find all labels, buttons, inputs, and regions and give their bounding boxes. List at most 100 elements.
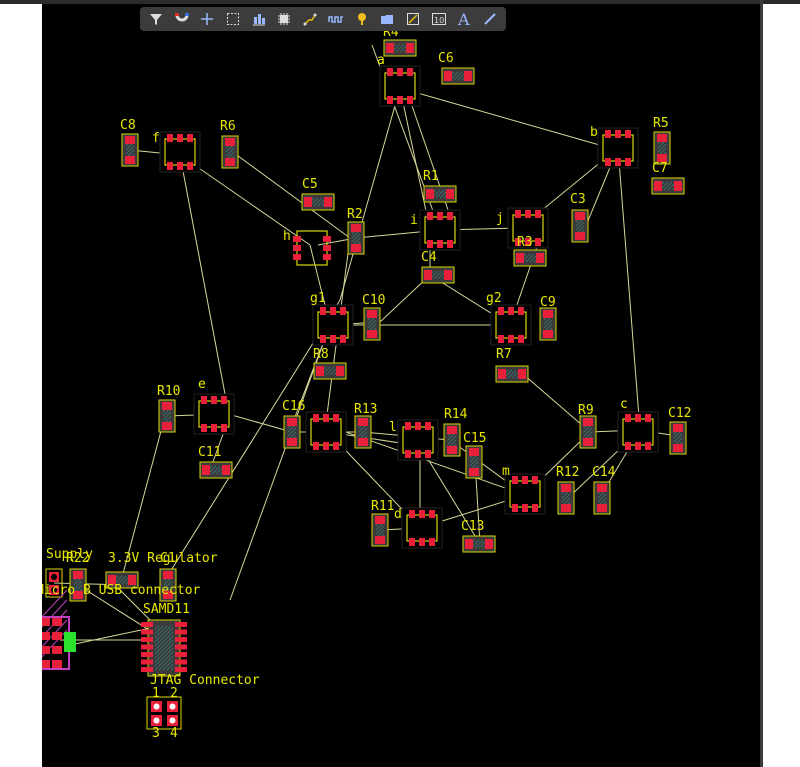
pad[interactable] [447,446,457,454]
pad[interactable] [657,134,667,142]
pad[interactable] [522,504,528,512]
component-C12[interactable] [669,421,687,455]
component-C7[interactable] [651,177,685,195]
component-R13[interactable] [354,415,372,449]
component-a[interactable] [379,65,421,107]
pad[interactable] [287,418,297,426]
component-g1[interactable] [312,304,354,346]
pad[interactable] [167,134,173,142]
pad[interactable] [358,418,368,426]
pad[interactable] [645,414,651,422]
pad[interactable] [407,68,413,76]
pad[interactable] [536,253,544,263]
pad[interactable] [177,134,183,142]
pad[interactable] [469,448,479,456]
component-R9[interactable] [579,415,597,449]
component-f[interactable] [159,131,201,173]
pad[interactable] [635,414,641,422]
component-m[interactable] [504,473,546,515]
pad[interactable] [397,96,403,104]
pad[interactable] [583,418,593,426]
pad[interactable] [211,424,217,432]
right-scrollbar-edge[interactable] [760,0,763,767]
pad[interactable] [561,504,571,512]
pad[interactable] [498,307,504,315]
filter-icon[interactable] [144,9,168,29]
pad[interactable] [645,442,651,450]
component-R5[interactable] [653,131,671,165]
pad[interactable] [187,134,193,142]
component-C13[interactable] [462,535,496,553]
component-l[interactable] [397,419,439,461]
pad[interactable] [367,330,377,338]
pad[interactable] [575,232,585,240]
pad[interactable] [293,245,301,251]
pad[interactable] [405,450,411,458]
pad[interactable] [516,253,524,263]
component-R4[interactable] [383,39,417,57]
pad[interactable] [543,310,553,318]
pad[interactable] [323,414,329,422]
pad[interactable] [654,181,662,191]
pad[interactable] [397,68,403,76]
component-C6[interactable] [441,67,475,85]
pad[interactable] [407,96,413,104]
pad[interactable] [429,510,435,518]
pad[interactable] [202,465,210,475]
pad[interactable] [464,71,472,81]
component-e[interactable] [193,393,235,435]
pad[interactable] [518,307,524,315]
pad[interactable] [522,476,528,484]
pad[interactable] [625,130,631,138]
pad[interactable] [465,539,473,549]
component-R14[interactable] [443,423,461,457]
pad[interactable] [615,158,621,166]
pad[interactable] [447,212,453,220]
pad[interactable] [330,307,336,315]
component-C3[interactable] [571,209,589,243]
pad[interactable] [498,369,506,379]
component-samd11[interactable] [141,619,187,677]
component-i[interactable] [419,209,461,251]
pad[interactable] [673,444,683,452]
pad[interactable] [73,571,83,579]
pad[interactable] [323,245,331,251]
pad[interactable] [293,254,301,260]
pad[interactable] [406,43,414,53]
pcb-board[interactable]: R4 a C6 C8 f R6 b R5 C7 C5 R1 R2 i j C3 … [42,4,760,767]
component-C10[interactable] [363,307,381,341]
pad[interactable] [375,516,385,524]
pad[interactable] [427,240,433,248]
component-R6[interactable] [221,135,239,169]
image-icon[interactable] [401,9,425,29]
pad[interactable] [512,476,518,484]
pad[interactable] [313,414,319,422]
component-R12[interactable] [557,481,575,515]
pad[interactable] [415,450,421,458]
pad[interactable] [375,536,385,544]
pad[interactable] [419,510,425,518]
folder-icon[interactable] [375,9,399,29]
pad[interactable] [201,424,207,432]
pad[interactable] [340,307,346,315]
pad[interactable] [221,424,227,432]
pad[interactable] [415,422,421,430]
route-icon[interactable] [298,9,322,29]
pad[interactable] [386,43,394,53]
pad[interactable] [535,238,541,246]
text-icon[interactable]: A [453,9,477,29]
pad[interactable] [222,465,230,475]
component-b[interactable] [597,127,639,169]
component-C5[interactable] [301,193,335,211]
pad[interactable] [287,438,297,446]
pin-icon[interactable] [350,9,374,29]
component-R10[interactable] [158,399,176,433]
component-C14[interactable] [593,481,611,515]
usb-highlight-pad[interactable] [64,632,76,652]
pad[interactable] [419,538,425,546]
pad[interactable] [333,414,339,422]
pad[interactable] [575,212,585,220]
pad[interactable] [405,422,411,430]
component-C15[interactable] [465,445,483,479]
component-d[interactable] [401,507,443,549]
